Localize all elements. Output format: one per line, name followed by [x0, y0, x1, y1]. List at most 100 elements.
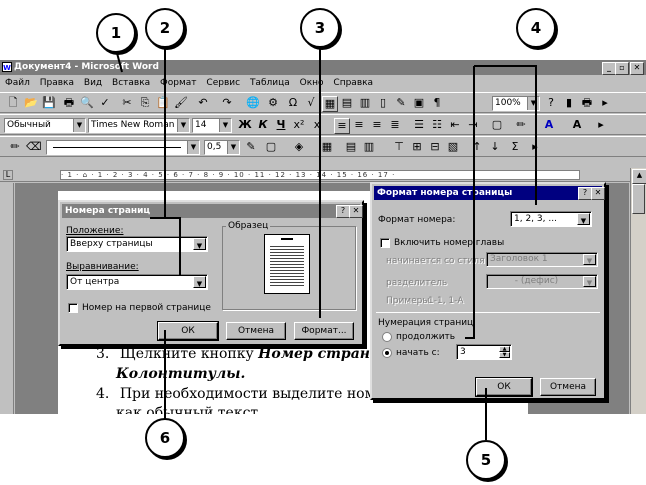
spelling-icon[interactable]: ✓ — [98, 96, 112, 110]
redo-icon[interactable]: ↷ — [220, 96, 234, 110]
line-weight-select[interactable]: 0,5 ▼ — [204, 140, 240, 155]
chevron-down-icon[interactable]: ▼ — [73, 119, 85, 132]
ok-button[interactable]: ОК — [157, 321, 219, 341]
web-toolbar-icon[interactable]: ⚙ — [266, 96, 280, 110]
menu-tools[interactable]: Сервис — [206, 78, 240, 88]
open-icon[interactable]: 📂 — [24, 96, 38, 110]
chevron-down-icon[interactable]: ▼ — [583, 254, 596, 265]
increase-indent-icon[interactable]: ⇥ — [466, 118, 480, 132]
bullets-icon[interactable]: ☷ — [430, 118, 444, 132]
decrease-indent-icon[interactable]: ⇤ — [448, 118, 462, 132]
subscript-icon[interactable]: x — [310, 118, 324, 132]
close-button[interactable]: ✕ — [630, 62, 644, 75]
menu-help[interactable]: Справка — [333, 78, 373, 88]
hyperlink-icon[interactable]: 🌐 — [246, 96, 260, 110]
menu-file[interactable]: Файл — [5, 78, 30, 88]
distribute-rows-icon[interactable]: ⊞ — [410, 140, 424, 154]
show-hide-icon[interactable]: ¶ — [430, 96, 444, 110]
chart-icon[interactable]: ▮ — [562, 96, 576, 110]
insert-excel-icon[interactable]: ▥ — [358, 96, 372, 110]
minimize-button[interactable]: _ — [602, 62, 616, 75]
columns-icon[interactable]: ▯ — [376, 96, 390, 110]
menu-window[interactable]: Окно — [300, 78, 324, 88]
document-map-icon[interactable]: ▣ — [412, 96, 426, 110]
undo-icon[interactable]: ↶ — [196, 96, 210, 110]
table-autoformat-icon[interactable]: ▧ — [446, 140, 460, 154]
more-buttons-icon[interactable]: ▸ — [528, 140, 542, 154]
font-color-icon[interactable]: A — [542, 118, 556, 132]
outside-border-icon[interactable]: ▢ — [264, 140, 278, 154]
chevron-down-icon[interactable]: ▼ — [193, 276, 206, 288]
continue-radio[interactable] — [382, 332, 392, 342]
italic-button[interactable]: К — [256, 118, 270, 132]
eraser-icon[interactable]: ⌫ — [26, 140, 42, 154]
print-icon-2[interactable]: 🖶 — [580, 96, 594, 110]
chevron-down-icon[interactable]: ▼ — [219, 119, 231, 132]
style-select[interactable]: Обычный ▼ — [4, 118, 86, 133]
cancel-button[interactable]: Отмена — [540, 378, 596, 396]
help-button[interactable]: ? — [336, 205, 350, 218]
insert-table-icon-2[interactable]: ▦ — [320, 140, 334, 154]
merge-cells-icon[interactable]: ▤ — [344, 140, 358, 154]
help-button[interactable]: ? — [578, 187, 592, 200]
save-icon[interactable]: 💾 — [42, 96, 56, 110]
number-format-select[interactable]: 1, 2, 3, ... ▼ — [510, 211, 592, 227]
start-at-radio[interactable] — [382, 348, 392, 358]
chevron-down-icon[interactable]: ▼ — [187, 141, 199, 154]
close-dialog-button[interactable]: ✕ — [349, 205, 363, 218]
cut-icon[interactable]: ✂ — [120, 96, 134, 110]
chapter-style-select[interactable]: Заголовок 1 ▼ — [486, 252, 598, 267]
sort-descending-icon[interactable]: ↓ — [488, 140, 502, 154]
sort-ascending-icon[interactable]: ↑ — [470, 140, 484, 154]
highlight-icon[interactable]: ✏ — [514, 118, 528, 132]
spin-down-icon[interactable]: ▼ — [499, 352, 510, 358]
scroll-thumb[interactable] — [632, 184, 645, 214]
print-icon[interactable]: 🖶 — [62, 96, 76, 110]
pencil-icon[interactable]: ✏ — [8, 140, 22, 154]
align-center-icon[interactable]: ≡ — [352, 118, 366, 132]
help-icon[interactable]: ? — [544, 96, 558, 110]
distribute-columns-icon[interactable]: ⊟ — [428, 140, 442, 154]
menu-insert[interactable]: Вставка — [112, 78, 150, 88]
justify-icon[interactable]: ≣ — [388, 118, 402, 132]
print-preview-icon[interactable]: 🔍 — [80, 96, 94, 110]
chevron-down-icon[interactable]: ▼ — [527, 97, 539, 110]
align-right-icon[interactable]: ≡ — [370, 118, 384, 132]
position-select[interactable]: Вверху страницы ▼ — [66, 236, 208, 252]
first-page-checkbox[interactable] — [68, 303, 78, 313]
align-top-icon[interactable]: ⊤ — [392, 140, 406, 154]
shading-color-icon[interactable]: ◈ — [292, 140, 306, 154]
grow-font-icon[interactable]: A — [570, 118, 584, 132]
more-buttons-icon[interactable]: ▸ — [594, 118, 608, 132]
numbering-icon[interactable]: ☰ — [412, 118, 426, 132]
menu-table[interactable]: Таблица — [250, 78, 290, 88]
bold-button[interactable]: Ж — [238, 118, 252, 132]
separator-select[interactable]: - (дефис) ▼ — [486, 274, 598, 289]
font-select[interactable]: Times New Roman ▼ — [88, 118, 190, 133]
chevron-down-icon[interactable]: ▼ — [577, 213, 590, 225]
vertical-scrollbar[interactable]: ▲ — [630, 168, 646, 414]
menu-view[interactable]: Вид — [84, 78, 102, 88]
format-button[interactable]: Формат... — [294, 322, 354, 340]
chevron-down-icon[interactable]: ▼ — [227, 141, 239, 154]
ok-button[interactable]: ОК — [475, 377, 533, 397]
drawing-icon[interactable]: ✎ — [394, 96, 408, 110]
menu-edit[interactable]: Правка — [40, 78, 74, 88]
borders-icon[interactable]: ▢ — [490, 118, 504, 132]
ruler-scale[interactable]: · 1 · ⌂ · 1 · 2 · 3 · 4 · 5 · 6 · 7 · 8 … — [60, 170, 580, 180]
copy-icon[interactable]: ⎘ — [138, 96, 152, 110]
underline-button[interactable]: Ч — [274, 118, 288, 132]
maximize-button[interactable]: ▫ — [615, 62, 629, 75]
paste-icon[interactable]: 📋 — [156, 96, 170, 110]
chevron-down-icon[interactable]: ▼ — [193, 238, 206, 250]
line-style-select[interactable]: ▼ — [46, 140, 200, 155]
include-chapter-checkbox[interactable] — [380, 238, 390, 248]
align-left-icon[interactable]: ≡ — [334, 118, 350, 134]
symbol-icon[interactable]: Ω — [286, 96, 300, 110]
scroll-up-icon[interactable]: ▲ — [632, 169, 646, 184]
font-size-select[interactable]: 14 ▼ — [192, 118, 232, 133]
alignment-select[interactable]: От центра ▼ — [66, 274, 208, 290]
close-dialog-button[interactable]: ✕ — [591, 187, 605, 200]
chevron-down-icon[interactable]: ▼ — [177, 119, 189, 132]
split-cells-icon[interactable]: ▥ — [362, 140, 376, 154]
